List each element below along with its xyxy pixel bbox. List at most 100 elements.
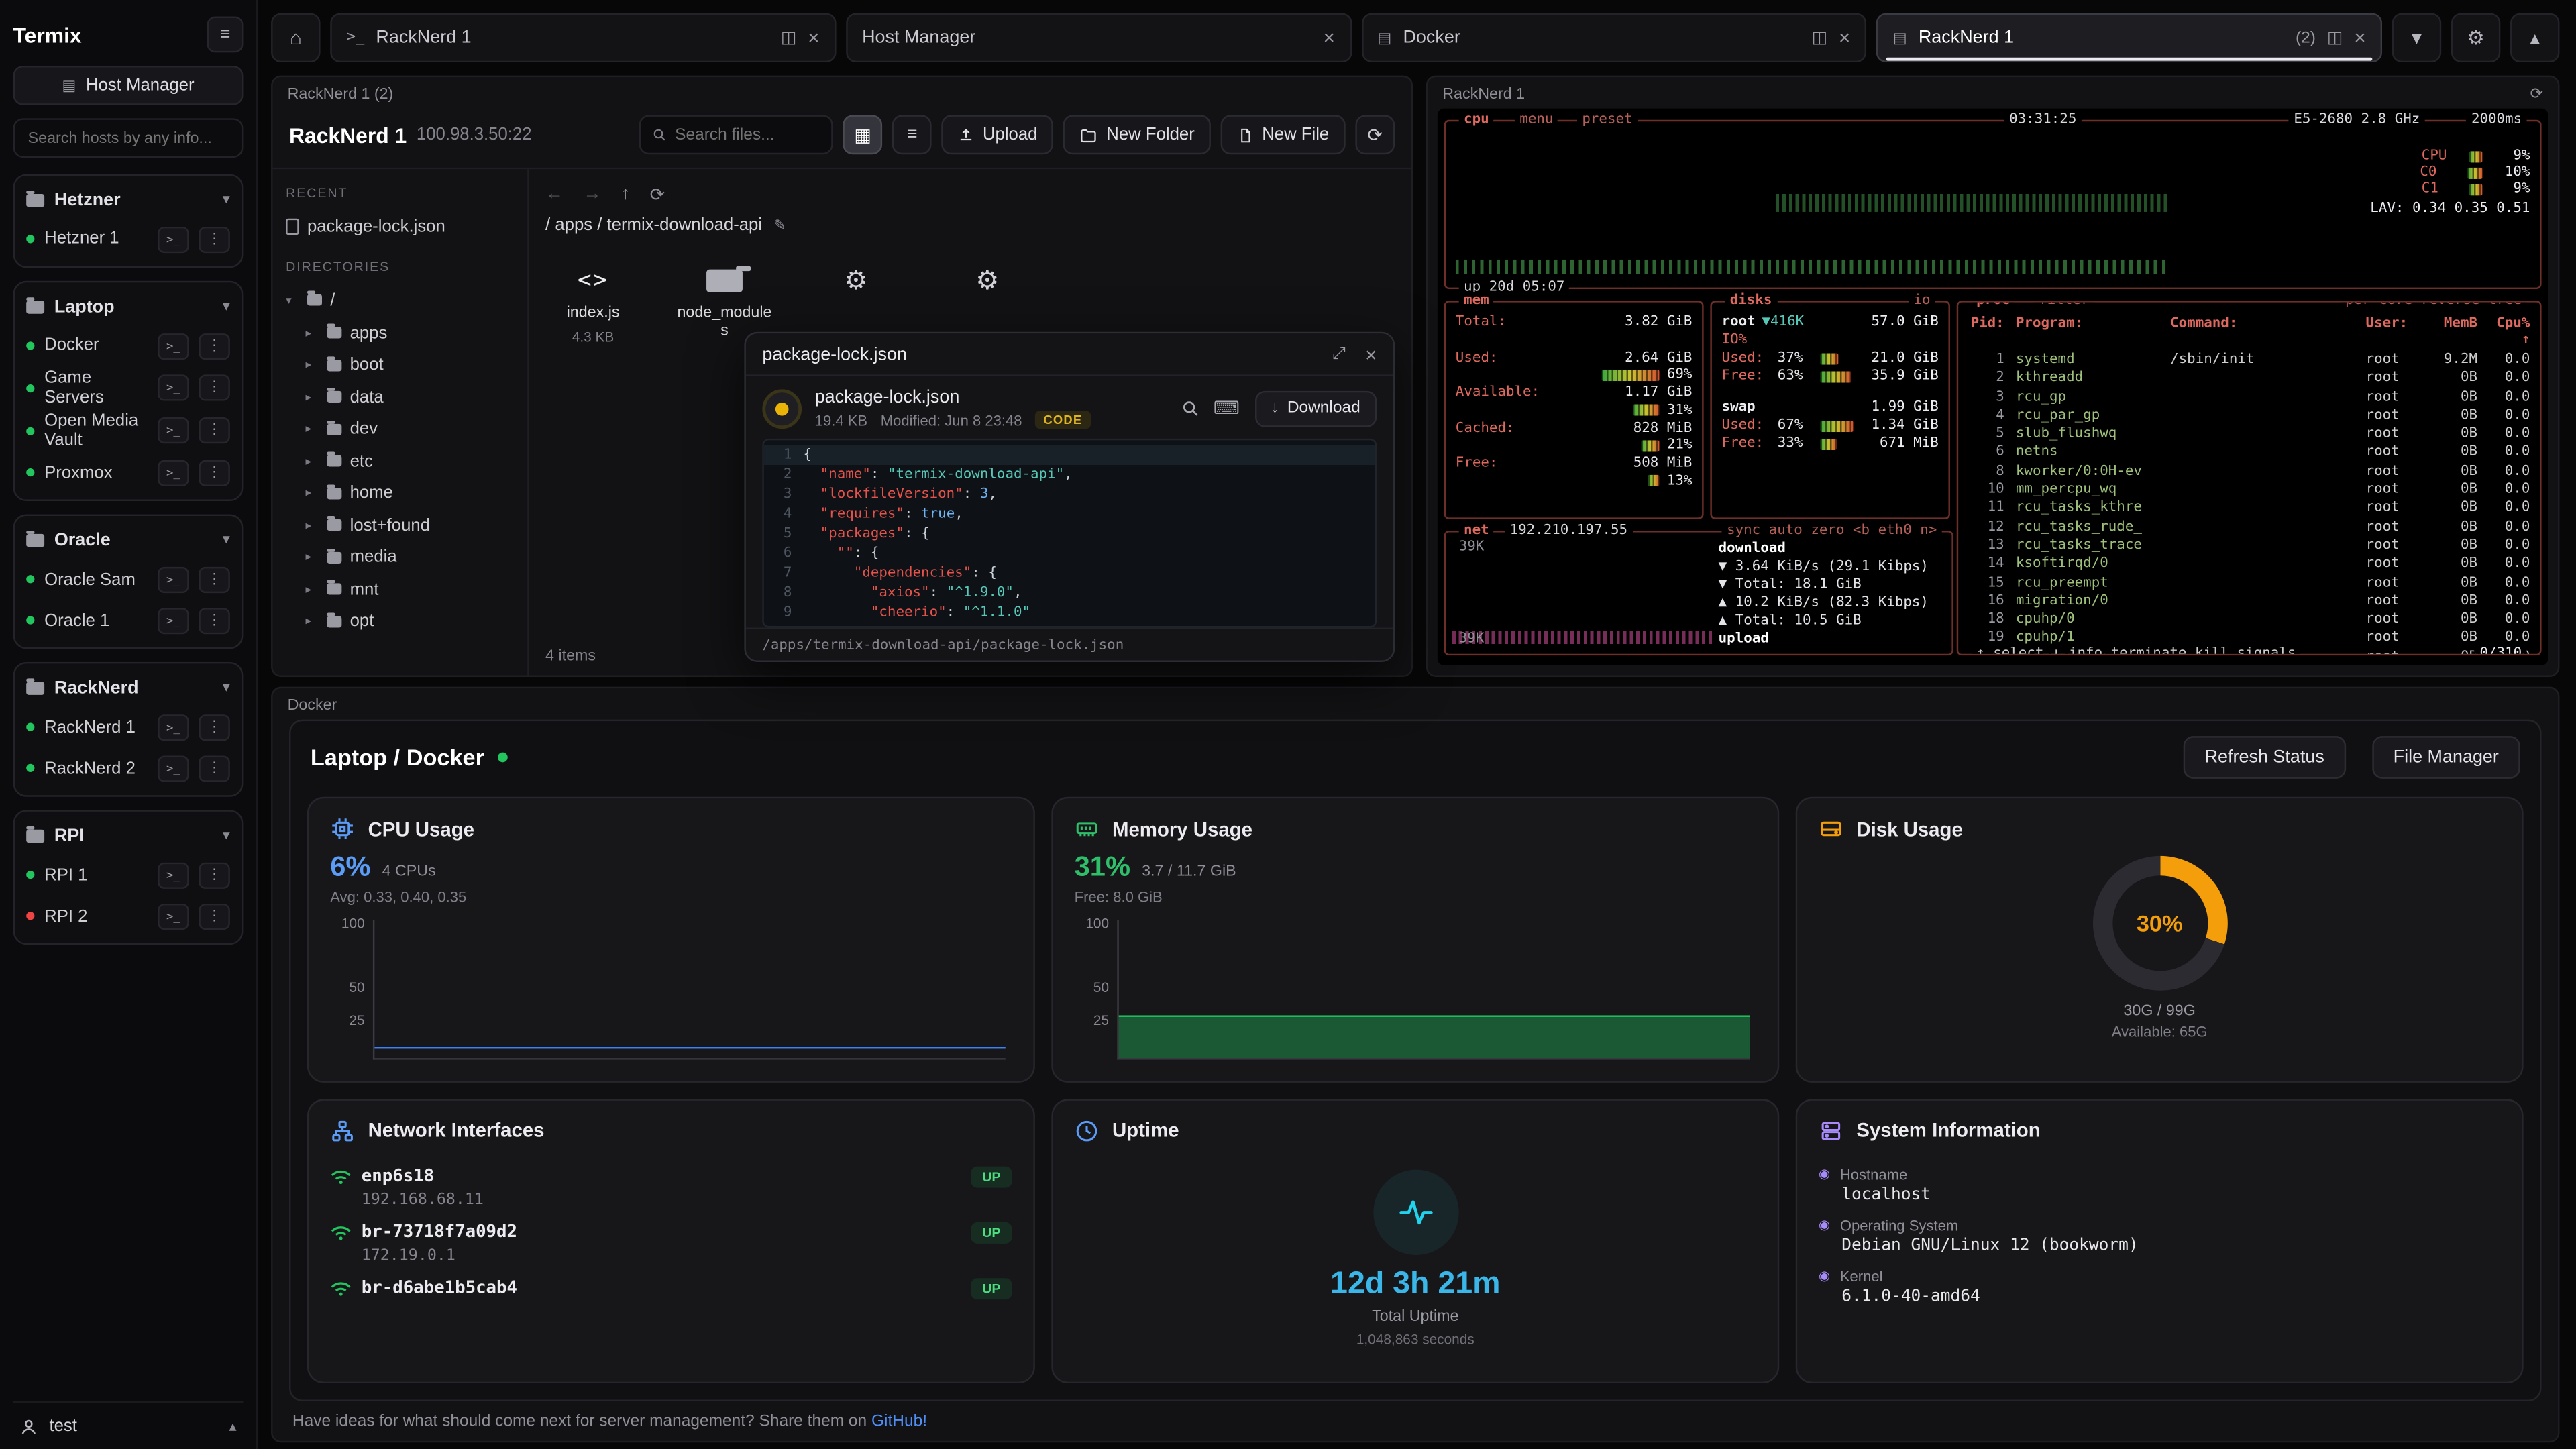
terminal-button[interactable]: >_ (158, 608, 189, 634)
close-icon[interactable]: × (2354, 26, 2365, 49)
process-row[interactable]: 6 netns root 0B 0.0 (1968, 444, 2530, 463)
chevron-up-icon[interactable]: ▴ (229, 1417, 237, 1435)
download-button[interactable]: ↓ Download (1254, 390, 1377, 427)
close-icon[interactable]: × (1324, 26, 1335, 49)
group-header[interactable]: RackNerd ▾ (21, 669, 235, 706)
proc-keybinds[interactable]: ↑ select ↓ info terminate kill signals (1972, 645, 2301, 655)
host-row[interactable]: Docker >_ ⋮ (21, 325, 235, 366)
process-row[interactable]: 11 rcu_tasks_kthre root 0B 0.0 (1968, 500, 2530, 519)
terminal-button[interactable]: >_ (158, 755, 189, 782)
chevron-down-icon[interactable]: ▾ (223, 531, 230, 549)
list-view-button[interactable]: ≡ (892, 115, 932, 154)
io-label[interactable]: io (1909, 292, 1935, 311)
host-row[interactable]: Oracle 1 >_ ⋮ (21, 600, 235, 641)
host-row[interactable]: Hetzner 1 >_ ⋮ (21, 219, 235, 260)
chevron-down-icon[interactable]: ▾ (223, 297, 230, 315)
host-row[interactable]: RPI 2 >_ ⋮ (21, 896, 235, 936)
host-menu-button[interactable]: ⋮ (199, 226, 230, 252)
host-row[interactable]: Game Servers >_ ⋮ (21, 366, 235, 409)
host-row[interactable]: Oracle Sam >_ ⋮ (21, 559, 235, 600)
host-menu-button[interactable]: ⋮ (199, 418, 230, 444)
code-preview[interactable]: 1 { 2 "name": "termix-download-api", 3 (762, 439, 1377, 628)
host-menu-button[interactable]: ⋮ (199, 862, 230, 888)
terminal-button[interactable]: >_ (158, 714, 189, 741)
col-program[interactable]: Program: (2016, 315, 2170, 348)
chevron-down-icon[interactable]: ▾ (223, 191, 230, 209)
refresh-status-button[interactable]: Refresh Status (2184, 736, 2346, 779)
terminal-screen[interactable]: cpu menu preset 03:31:25 2000ms E5-2680 … (1438, 109, 2548, 665)
host-menu-button[interactable]: ⋮ (199, 333, 230, 359)
host-row[interactable]: RackNerd 2 >_ ⋮ (21, 748, 235, 789)
split-icon[interactable]: ◫ (1812, 29, 1827, 47)
tree-directory[interactable]: ▸ data (286, 381, 514, 413)
file-search[interactable] (639, 115, 833, 154)
tree-directory[interactable]: ▸ dev (286, 413, 514, 445)
chevron-down-button[interactable]: ▾ (2392, 13, 2441, 62)
tab-racknerd1-files[interactable]: ▤ RackNerd 1 (2) ◫ × (1876, 13, 2382, 62)
col-user[interactable]: User: (2366, 315, 2425, 348)
process-row[interactable]: 1 systemd /sbin/init root 9.2M 0.0 (1968, 352, 2530, 370)
recent-file-item[interactable]: package-lock.json (286, 209, 514, 243)
chevron-down-icon[interactable]: ▾ (223, 826, 230, 845)
file-tile[interactable]: index.js 4.3 KB (545, 261, 641, 346)
close-icon[interactable]: × (808, 26, 819, 49)
process-row[interactable]: 4 rcu_par_gp root 0B 0.0 (1968, 407, 2530, 426)
process-row[interactable]: 16 migration/0 root 0B 0.0 (1968, 593, 2530, 612)
terminal-button[interactable]: >_ (158, 375, 189, 401)
host-row[interactable]: Open Media Vault >_ ⋮ (21, 409, 235, 452)
filter-label[interactable]: filter (2034, 301, 2094, 311)
close-icon[interactable]: × (1839, 26, 1850, 49)
host-row[interactable]: Proxmox >_ ⋮ (21, 452, 235, 493)
process-row[interactable]: 18 cpuhp/0 root 0B 0.0 (1968, 611, 2530, 630)
refresh-button[interactable]: ⟳ (1355, 115, 1395, 154)
process-row[interactable]: 3 rcu_gp root 0B 0.0 (1968, 388, 2530, 407)
chevron-up-button[interactable]: ▴ (2510, 13, 2559, 62)
host-menu-button[interactable]: ⋮ (199, 714, 230, 741)
tree-directory[interactable]: ▸ opt (286, 605, 514, 637)
github-link[interactable]: GitHub! (871, 1413, 927, 1431)
sidebar-footer[interactable]: test ▴ (13, 1401, 244, 1436)
tab-host-manager[interactable]: Host Manager × (846, 13, 1352, 62)
tree-directory[interactable]: ▸ media (286, 541, 514, 574)
tab-racknerd1-terminal[interactable]: >_ RackNerd 1 ◫ × (330, 13, 836, 62)
host-menu-button[interactable]: ⋮ (199, 755, 230, 782)
process-row[interactable]: 12 rcu_tasks_rude_ root 0B 0.0 (1968, 519, 2530, 537)
col-command[interactable]: Command: (2170, 315, 2365, 348)
group-header[interactable]: RPI ▾ (21, 817, 235, 855)
process-row[interactable]: 5 slub_flushwq root 0B 0.0 (1968, 426, 2530, 445)
terminal-button[interactable]: >_ (158, 418, 189, 444)
group-header[interactable]: Laptop ▾ (21, 288, 235, 325)
col-pid[interactable]: Pid: (1968, 315, 2004, 348)
tools-button[interactable]: ⚙ (2451, 13, 2500, 62)
host-search-input[interactable] (13, 118, 244, 158)
tree-root[interactable]: ▾ / (286, 282, 514, 317)
tree-directory[interactable]: ▸ mnt (286, 574, 514, 606)
process-row[interactable]: 13 rcu_tasks_trace root 0B 0.0 (1968, 537, 2530, 556)
home-button[interactable]: ⌂ (271, 13, 320, 62)
group-header[interactable]: Hetzner ▾ (21, 180, 235, 218)
new-folder-button[interactable]: New Folder (1064, 115, 1212, 154)
col-cpu[interactable]: Cpu% ↑ (2487, 315, 2530, 348)
process-row[interactable]: 14 ksoftirqd/0 root 0B 0.0 (1968, 555, 2530, 574)
split-icon[interactable]: ◫ (781, 29, 796, 47)
tree-directory[interactable]: ▸ boot (286, 349, 514, 381)
close-icon[interactable]: × (1365, 343, 1377, 366)
chevron-down-icon[interactable]: ▾ (223, 679, 230, 697)
tree-directory[interactable]: ▸ apps (286, 317, 514, 350)
file-search-input[interactable] (675, 125, 820, 144)
keyboard-icon[interactable]: ⌨ (1214, 398, 1240, 419)
search-icon[interactable] (1181, 399, 1199, 417)
terminal-button[interactable]: >_ (158, 903, 189, 929)
host-menu-button[interactable]: ⋮ (199, 375, 230, 401)
net-controls[interactable]: sync auto zero <b eth0 n> (1722, 523, 1942, 541)
terminal-button[interactable]: >_ (158, 226, 189, 252)
up-button[interactable]: ↑ (621, 184, 630, 203)
split-icon[interactable]: ◫ (2327, 29, 2343, 47)
breadcrumb-path[interactable]: / apps / termix-download-api (545, 215, 762, 235)
terminal-button[interactable]: >_ (158, 862, 189, 888)
back-button[interactable]: ← (545, 184, 564, 203)
grid-view-button[interactable]: ▦ (843, 115, 883, 154)
host-menu-button[interactable]: ⋮ (199, 566, 230, 592)
new-file-button[interactable]: New File (1221, 115, 1346, 154)
process-row[interactable]: 15 rcu_preempt root 0B 0.0 (1968, 574, 2530, 593)
